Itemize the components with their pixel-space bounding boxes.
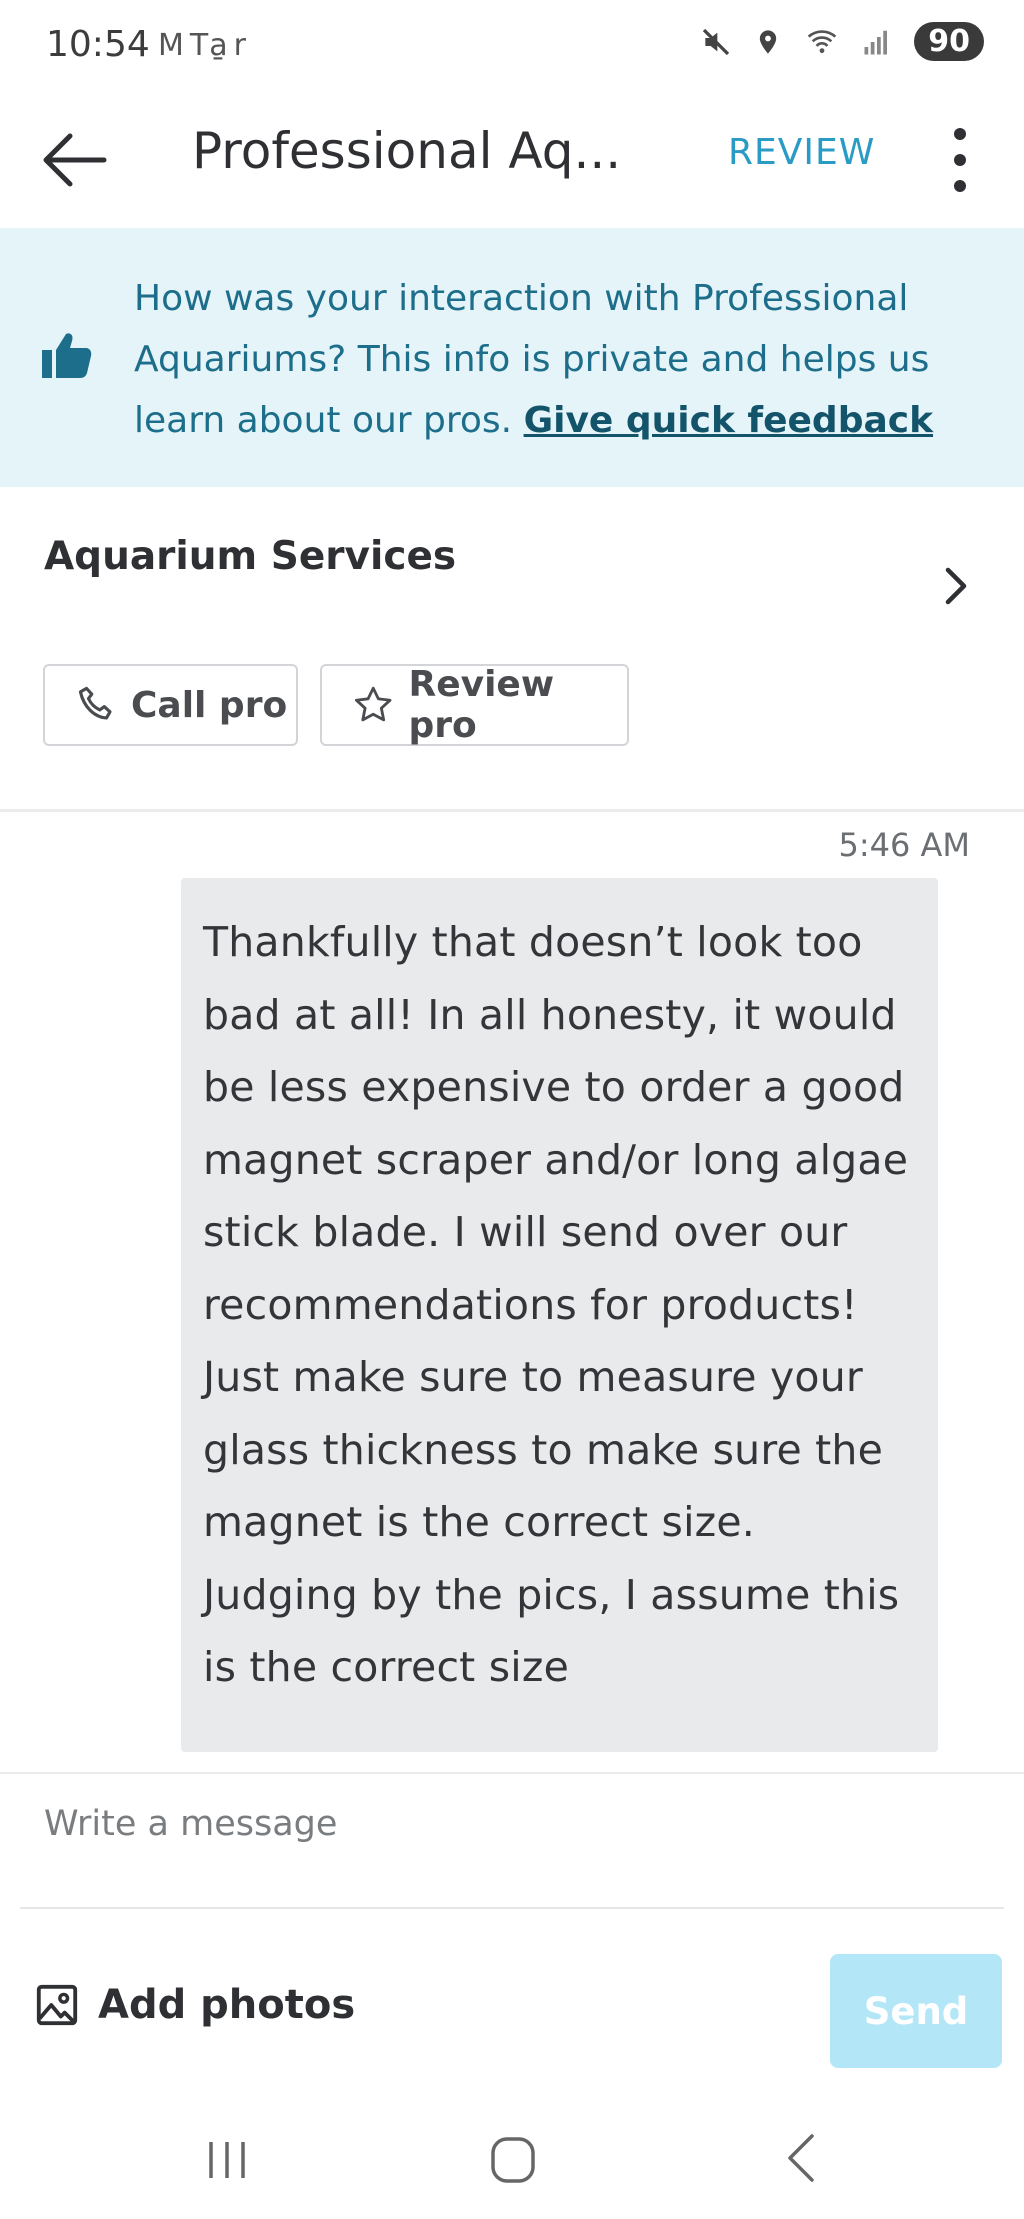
service-title[interactable]: Aquarium Services [44,534,456,579]
section-divider [0,809,1024,812]
review-pro-button[interactable]: Review pro [320,664,629,746]
battery-indicator: 90 [914,22,984,61]
phone-icon [78,686,112,720]
call-pro-button[interactable]: Call pro [43,664,298,746]
mute-icon [703,28,730,55]
review-pro-label: Review pro [408,664,555,746]
air-app-icon: a̱r [209,28,252,63]
chevron-right-icon[interactable] [938,566,974,606]
review-header-button[interactable]: REVIEW [728,132,875,173]
send-button[interactable]: Send [830,1954,1002,2068]
status-time: 10:54 [46,24,150,65]
add-photos-label: Add photos [98,1982,356,2028]
location-icon [760,29,777,54]
composer-divider [0,1772,1024,1774]
message-bubble: Thankfully that doesn’t look too bad at … [181,878,938,1752]
back-arrow-icon[interactable] [38,130,108,190]
status-indicators: 90 [700,22,984,61]
message-text: Thankfully that doesn’t look too bad at … [203,918,909,1691]
feedback-banner: How was your interaction with Profession… [0,228,1024,487]
message-timestamp: 5:46 AM [838,826,970,864]
call-pro-label: Call pro [131,684,288,726]
page-title: Professional Aq... [192,122,622,180]
signal-icon [864,30,888,54]
tesla-icon: T [189,28,210,63]
give-feedback-link[interactable]: Give quick feedback [524,400,933,441]
more-options-icon[interactable] [940,124,980,196]
app-bar: Professional Aq... REVIEW [0,92,1024,228]
gmail-icon: M [158,28,190,63]
message-input[interactable] [44,1778,984,1870]
add-photos-button[interactable]: Add photos [34,1982,355,2028]
recent-apps-icon[interactable] [205,2138,249,2182]
star-icon [355,686,392,722]
feedback-message: How was your interaction with Profession… [134,268,974,451]
wifi-icon [808,29,837,53]
status-app-icons: MTa̱r [158,28,252,63]
input-underline [20,1907,1004,1909]
home-icon[interactable] [490,2136,536,2184]
thumbs-up-icon [42,333,92,378]
nav-back-icon[interactable] [782,2132,818,2184]
image-icon [36,1984,78,2026]
